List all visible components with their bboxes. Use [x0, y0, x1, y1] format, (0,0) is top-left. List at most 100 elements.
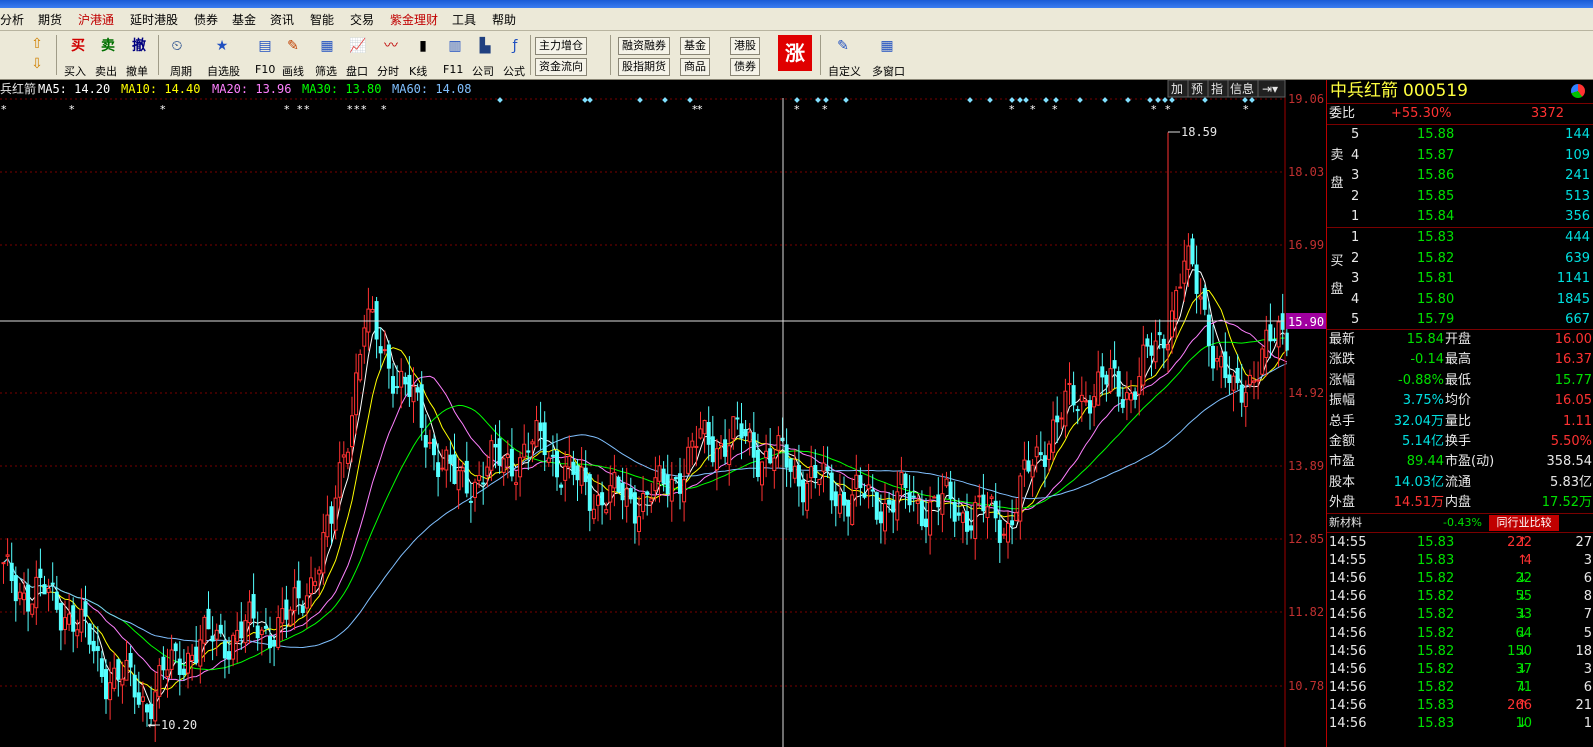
stat-label: 流通 — [1445, 474, 1472, 490]
menu-tools[interactable]: 工具 — [452, 11, 476, 28]
candle-body — [1124, 392, 1129, 400]
candle-body — [628, 488, 633, 500]
draw-line-icon[interactable]: ✎ — [278, 35, 308, 57]
rise-ranking-button[interactable]: 涨 — [778, 35, 812, 71]
add-button[interactable]: 加 — [1171, 82, 1183, 96]
candle-body — [776, 435, 781, 451]
tick-price: 15.83 — [1417, 553, 1455, 569]
sell-label: 卖出 — [95, 65, 117, 78]
index-button[interactable]: 指 — [1211, 81, 1223, 96]
index-futures-button[interactable]: 股指期货 — [618, 58, 670, 76]
sell-volume: 241 — [1565, 168, 1590, 183]
candle-body — [1141, 344, 1146, 386]
menu-help[interactable]: 帮助 — [492, 11, 516, 28]
formula-label: 公式 — [503, 65, 525, 78]
f11-icon[interactable]: ▥ — [440, 35, 470, 57]
stat-value: 32.04万 — [1393, 413, 1444, 429]
collapse-icon[interactable]: ⇥▾ — [1262, 82, 1278, 96]
company-icon[interactable]: ▙ — [470, 35, 500, 57]
candle-body — [456, 470, 461, 491]
formula-icon[interactable]: ƒ — [500, 35, 530, 57]
industry-compare-button[interactable]: 同行业比较 — [1489, 515, 1559, 531]
menu-delayed-hk[interactable]: 延时港股 — [130, 11, 178, 28]
menu-trade[interactable]: 交易 — [350, 11, 374, 28]
menu-bonds[interactable]: 债券 — [194, 11, 218, 28]
signal-diamond — [967, 97, 973, 103]
candle-body — [1157, 332, 1162, 336]
candle-body — [202, 616, 207, 644]
sell-row: 1 15.84 356 — [1327, 207, 1593, 227]
cancel-order-button[interactable]: 撤 — [124, 35, 154, 57]
pie-chart-icon[interactable] — [1571, 84, 1585, 98]
kline-icon[interactable]: ▮ — [408, 35, 438, 57]
info-button[interactable]: 信息 — [1230, 81, 1254, 96]
candle-body — [75, 629, 80, 637]
candle-body — [50, 582, 55, 585]
candle-body — [296, 580, 301, 599]
buy-level: 1 — [1351, 230, 1360, 245]
fund-button[interactable]: 基金 — [680, 37, 710, 55]
commodity-button[interactable]: 商品 — [680, 58, 710, 76]
candle-body — [341, 454, 346, 458]
candle-body — [407, 374, 412, 397]
candle-body — [354, 372, 359, 416]
candle-body — [1022, 459, 1027, 470]
candle-body — [850, 494, 855, 525]
menu-news[interactable]: 资讯 — [270, 11, 294, 28]
scroll-up-icon[interactable]: ⇧ — [22, 35, 52, 53]
candle-body — [9, 562, 14, 582]
signal-star: * — [1030, 103, 1036, 116]
candle-body — [1018, 475, 1023, 522]
tick-price: 15.82 — [1417, 625, 1455, 641]
stat-label: 股本 — [1329, 474, 1356, 490]
buy-button[interactable]: 买 — [63, 35, 93, 57]
f10-icon[interactable]: ▤ — [250, 35, 280, 57]
candle-body — [63, 617, 67, 630]
menu-zijin-finance[interactable]: 紫金理财 — [390, 11, 438, 28]
stat-row: 外盘 14.51万 内盘 17.52万 — [1327, 493, 1593, 513]
candle-body — [452, 454, 457, 484]
sell-button[interactable]: 卖 — [93, 35, 123, 57]
scroll-down-icon[interactable]: ⇩ — [22, 55, 52, 73]
orderbook-icon[interactable]: 📈 — [343, 35, 373, 57]
menu-futures[interactable]: 期货 — [38, 11, 62, 28]
menu-funds[interactable]: 基金 — [232, 11, 256, 28]
candle-body — [374, 301, 379, 340]
candle-body — [616, 476, 621, 493]
candle-body — [378, 346, 383, 354]
buy-price: 15.83 — [1417, 230, 1455, 245]
candle-body — [1100, 366, 1105, 378]
margin-trading-button[interactable]: 融资融券 — [618, 37, 670, 55]
hk-stock-button[interactable]: 港股 — [730, 37, 760, 55]
stat-value: -0.88% — [1398, 372, 1444, 388]
bond-button[interactable]: 债券 — [730, 58, 760, 76]
filter-icon[interactable]: ▦ — [312, 35, 342, 57]
main-force-button[interactable]: 主力增仓 — [535, 37, 587, 55]
ma5-value: MA5: 14.20 — [38, 82, 110, 96]
candle-body — [149, 703, 154, 720]
candle-body — [358, 353, 363, 381]
fund-flow-button[interactable]: 资金流向 — [535, 58, 587, 76]
ma10-value: MA10: 14.40 — [121, 82, 200, 96]
customize-icon[interactable]: ✎ — [828, 35, 858, 57]
forecast-button[interactable]: 预 — [1191, 82, 1203, 96]
buy-row: 2 15.82 639 — [1327, 249, 1593, 269]
watchlist-icon[interactable]: ★ — [207, 35, 237, 57]
stock-code: 000519 — [1403, 81, 1468, 101]
candle-body — [300, 605, 305, 613]
menu-smart[interactable]: 智能 — [310, 11, 334, 28]
candle-body — [538, 422, 543, 432]
candle-body — [1108, 368, 1113, 392]
menu-hk-connect[interactable]: 沪港通 — [78, 11, 114, 28]
intraday-icon[interactable]: 〰 — [376, 35, 406, 57]
candle-body — [587, 474, 592, 511]
multi-window-icon[interactable]: ▦ — [872, 35, 902, 57]
period-icon[interactable]: ⏲ — [162, 35, 192, 57]
sell-price: 15.86 — [1417, 168, 1455, 183]
candle-body — [1178, 286, 1183, 289]
candle-body — [1215, 358, 1220, 362]
menu-analysis[interactable]: 分析 — [0, 11, 24, 28]
kline-chart[interactable]: ******************** 19.06 18.03 16.99 15.9… — [0, 80, 1326, 747]
industry-name: 新材料 — [1329, 516, 1362, 529]
candle-body — [796, 465, 801, 487]
